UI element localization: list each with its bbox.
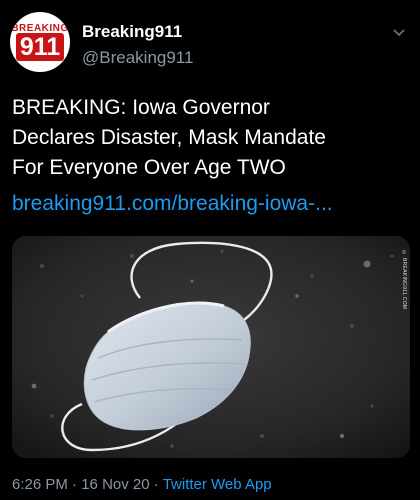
tweet-link[interactable]: breaking911.com/breaking-iowa-... <box>12 189 410 219</box>
tweet-date[interactable]: 16 Nov 20 <box>81 476 149 493</box>
tweet-text: BREAKING: Iowa Governor Declares Disaste… <box>12 93 410 183</box>
avatar-brand-number: 911 <box>16 33 64 61</box>
tweet: BREAKING 911 Breaking911 @Breaking911 BR… <box>0 0 420 500</box>
tweet-source-link[interactable]: Twitter Web App <box>163 476 272 493</box>
display-name[interactable]: Breaking911 <box>82 22 182 42</box>
meta-separator: · <box>153 476 159 493</box>
chevron-down-icon[interactable] <box>392 26 406 40</box>
account-handle[interactable]: @Breaking911 <box>82 48 193 68</box>
tweet-text-line: Declares Disaster, Mask Mandate <box>12 126 326 149</box>
tweet-text-line: BREAKING: Iowa Governor <box>12 96 270 119</box>
meta-separator: · <box>72 476 78 493</box>
face-mask-photo <box>12 236 410 458</box>
image-watermark: © BREAKING911.COM <box>401 250 407 310</box>
tweet-media-image[interactable]: © BREAKING911.COM <box>12 236 410 458</box>
tweet-metadata: 6:26 PM · 16 Nov 20 · Twitter Web App <box>12 476 272 493</box>
tweet-time[interactable]: 6:26 PM <box>12 476 68 493</box>
tweet-text-line: For Everyone Over Age TWO <box>12 156 286 179</box>
avatar[interactable]: BREAKING 911 <box>10 12 70 72</box>
